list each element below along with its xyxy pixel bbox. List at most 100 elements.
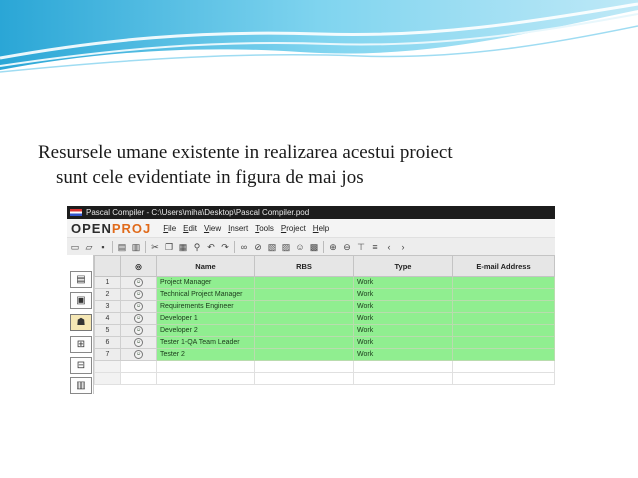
row-number[interactable]: 3 — [94, 300, 121, 313]
print-preview-icon[interactable]: ▥ — [131, 242, 141, 252]
resource-icon-cell[interactable]: ☺ — [120, 288, 157, 301]
resources-view-icon[interactable]: ☗ — [70, 314, 92, 331]
gantt-view-icon[interactable]: ▤ — [70, 271, 92, 288]
open-folder-icon[interactable]: ▱ — [84, 242, 94, 252]
empty-cell[interactable] — [156, 360, 255, 373]
resource-type[interactable]: Work — [353, 348, 453, 361]
row-number[interactable]: 7 — [94, 348, 121, 361]
resource-type[interactable]: Work — [353, 312, 453, 325]
resource-type[interactable]: Work — [353, 288, 453, 301]
resource-rbs[interactable] — [254, 324, 354, 337]
zoom-out-icon[interactable]: ⊖ — [342, 242, 352, 252]
menu-view[interactable]: View — [204, 224, 221, 233]
empty-cell[interactable] — [94, 360, 121, 373]
empty-row[interactable] — [94, 360, 555, 373]
resource-email[interactable] — [452, 276, 555, 289]
resource-rbs[interactable] — [254, 312, 354, 325]
menu-project[interactable]: Project — [281, 224, 306, 233]
save-icon[interactable]: ▪ — [98, 242, 108, 252]
resource-type[interactable]: Work — [353, 300, 453, 313]
resource-icon-cell[interactable]: ☺ — [120, 300, 157, 313]
resource-icon-cell[interactable]: ☺ — [120, 348, 157, 361]
cut-icon[interactable]: ✂ — [150, 242, 160, 252]
col-header-type[interactable]: Type — [353, 255, 453, 277]
resource-name[interactable]: Project Manager — [156, 276, 255, 289]
new-file-icon[interactable]: ▭ — [70, 242, 80, 252]
resource-email[interactable] — [452, 312, 555, 325]
assign-resources-icon[interactable]: ☺ — [295, 242, 305, 252]
resource-name[interactable]: Developer 2 — [156, 324, 255, 337]
table-row[interactable]: 4 ☺ Developer 1 Work — [94, 312, 555, 325]
resource-rbs[interactable] — [254, 276, 354, 289]
empty-cell[interactable] — [254, 372, 354, 385]
resource-icon-cell[interactable]: ☺ — [120, 324, 157, 337]
resource-rbs[interactable] — [254, 288, 354, 301]
resource-name[interactable]: Tester 1-QA Team Leader — [156, 336, 255, 349]
resource-name[interactable]: Requirements Engineer — [156, 300, 255, 313]
link-icon[interactable]: ∞ — [239, 242, 249, 252]
resource-type[interactable]: Work — [353, 336, 453, 349]
rbs-view-icon[interactable]: ⊟ — [70, 357, 92, 374]
resource-email[interactable] — [452, 336, 555, 349]
resource-name[interactable]: Technical Project Manager — [156, 288, 255, 301]
row-number[interactable]: 1 — [94, 276, 121, 289]
menu-help[interactable]: Help — [313, 224, 329, 233]
empty-cell[interactable] — [353, 372, 453, 385]
empty-cell[interactable] — [94, 372, 121, 385]
resource-icon-cell[interactable]: ☺ — [120, 336, 157, 349]
notes-icon[interactable]: ▨ — [281, 242, 291, 252]
row-number[interactable]: 2 — [94, 288, 121, 301]
col-header-indicators[interactable]: ◎ — [120, 255, 157, 277]
print-icon[interactable]: ▤ — [117, 242, 127, 252]
menu-insert[interactable]: Insert — [228, 224, 248, 233]
find-icon[interactable]: ⚲ — [192, 242, 202, 252]
copy-icon[interactable]: ❐ — [164, 242, 174, 252]
network-view-icon[interactable]: ▣ — [70, 292, 92, 309]
resource-type[interactable]: Work — [353, 324, 453, 337]
sort-icon[interactable]: ≡ — [370, 242, 380, 252]
row-number[interactable]: 6 — [94, 336, 121, 349]
unlink-icon[interactable]: ⊘ — [253, 242, 263, 252]
table-row[interactable]: 7 ☺ Tester 2 Work — [94, 348, 555, 361]
redo-icon[interactable]: ↷ — [220, 242, 230, 252]
empty-row[interactable] — [94, 372, 555, 385]
empty-cell[interactable] — [120, 360, 157, 373]
resource-email[interactable] — [452, 348, 555, 361]
filter-icon[interactable]: ⊤ — [356, 242, 366, 252]
col-header-rownum[interactable] — [94, 255, 121, 277]
col-header-email[interactable]: E-mail Address — [452, 255, 555, 277]
table-row[interactable]: 2 ☺ Technical Project Manager Work — [94, 288, 555, 301]
empty-cell[interactable] — [254, 360, 354, 373]
scroll-right-icon[interactable]: › — [398, 242, 408, 252]
resource-rbs[interactable] — [254, 336, 354, 349]
empty-cell[interactable] — [452, 372, 555, 385]
undo-icon[interactable]: ↶ — [206, 242, 216, 252]
menu-file[interactable]: File — [163, 224, 176, 233]
table-row[interactable]: 1 ☺ Project Manager Work — [94, 276, 555, 289]
empty-cell[interactable] — [156, 372, 255, 385]
menu-tools[interactable]: Tools — [255, 224, 274, 233]
resource-icon-cell[interactable]: ☺ — [120, 312, 157, 325]
col-header-name[interactable]: Name — [156, 255, 255, 277]
resource-name[interactable]: Developer 1 — [156, 312, 255, 325]
menu-edit[interactable]: Edit — [183, 224, 197, 233]
scroll-left-icon[interactable]: ‹ — [384, 242, 394, 252]
wbs-view-icon[interactable]: ⊞ — [70, 336, 92, 353]
row-number[interactable]: 5 — [94, 324, 121, 337]
empty-cell[interactable] — [353, 360, 453, 373]
resource-email[interactable] — [452, 324, 555, 337]
resource-email[interactable] — [452, 288, 555, 301]
paste-icon[interactable]: ▦ — [178, 242, 188, 252]
empty-cell[interactable] — [120, 372, 157, 385]
report-view-icon[interactable]: ▥ — [70, 377, 92, 394]
resource-icon-cell[interactable]: ☺ — [120, 276, 157, 289]
zoom-in-icon[interactable]: ⊕ — [328, 242, 338, 252]
table-row[interactable]: 5 ☺ Developer 2 Work — [94, 324, 555, 337]
resource-email[interactable] — [452, 300, 555, 313]
table-row[interactable]: 3 ☺ Requirements Engineer Work — [94, 300, 555, 313]
row-number[interactable]: 4 — [94, 312, 121, 325]
resource-rbs[interactable] — [254, 300, 354, 313]
empty-cell[interactable] — [452, 360, 555, 373]
resource-type[interactable]: Work — [353, 276, 453, 289]
resource-name[interactable]: Tester 2 — [156, 348, 255, 361]
